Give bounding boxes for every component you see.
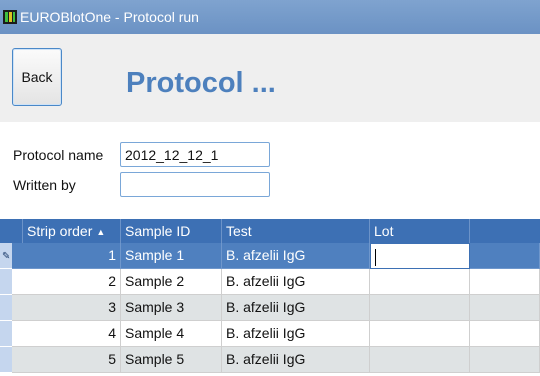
window-title: EUROBlotOne - Protocol run [20,9,199,25]
cell-sample-id[interactable]: Sample 4 [121,321,222,347]
table-row[interactable]: ✎ 1 Sample 1 B. afzelii IgG [0,243,540,269]
protocol-grid: Strip order ▲ Sample ID Test Lot ✎ 1 Samp… [0,219,540,376]
sort-ascending-icon: ▲ [96,227,106,237]
grid-header: Strip order ▲ Sample ID Test Lot [0,219,540,243]
column-header-lot[interactable]: Lot [370,219,470,243]
cell-lot[interactable] [370,269,470,295]
protocol-name-input[interactable] [120,142,270,167]
cell-test[interactable]: B. afzelii IgG [222,243,370,269]
cell-filler [470,321,540,347]
row-header-corner [0,219,23,243]
back-button[interactable]: Back [12,48,62,106]
cell-filler [470,295,540,321]
column-header-label: Sample ID [125,223,191,239]
cell-lot[interactable] [370,347,470,373]
cell-test[interactable]: B. afzelii IgG [222,321,370,347]
cell-strip-order[interactable]: 2 [12,269,121,295]
cell-sample-id[interactable]: Sample 1 [121,243,222,269]
column-header-label: Test [226,223,252,239]
cell-strip-order[interactable]: 1 [12,243,121,269]
protocol-name-label: Protocol name [13,147,104,163]
column-header-test[interactable]: Test [222,219,370,243]
column-header-filler [470,219,540,243]
column-header-sample-id[interactable]: Sample ID [121,219,222,243]
cell-sample-id[interactable]: Sample 5 [121,347,222,373]
table-row[interactable]: 3 Sample 3 B. afzelii IgG [0,295,540,321]
cell-test[interactable]: B. afzelii IgG [222,269,370,295]
written-by-label: Written by [13,177,76,193]
cell-test[interactable]: B. afzelii IgG [222,347,370,373]
cell-lot[interactable] [370,321,470,347]
column-header-label: Strip order [27,223,93,239]
cell-filler [470,347,540,373]
page-header: Back Protocol ... [0,34,540,122]
cell-strip-order[interactable]: 5 [12,347,121,373]
cell-sample-id[interactable]: Sample 2 [121,269,222,295]
table-row[interactable]: 2 Sample 2 B. afzelii IgG [0,269,540,295]
cell-lot[interactable] [370,295,470,321]
table-row[interactable]: 4 Sample 4 B. afzelii IgG [0,321,540,347]
table-row[interactable]: 5 Sample 5 B. afzelii IgG [0,347,540,373]
cell-filler [470,243,540,269]
protocol-form: Protocol name Written by [0,122,540,210]
text-caret [375,248,376,266]
written-by-input[interactable] [120,172,270,197]
page-title: Protocol ... [126,67,276,99]
cell-strip-order[interactable]: 3 [12,295,121,321]
app-icon [3,10,17,24]
cell-filler [470,269,540,295]
column-header-label: Lot [374,223,394,239]
cell-sample-id[interactable]: Sample 3 [121,295,222,321]
column-header-strip-order[interactable]: Strip order ▲ [23,219,121,243]
cell-strip-order[interactable]: 4 [12,321,121,347]
cell-lot-editor[interactable] [370,243,470,269]
edit-pencil-icon: ✎ [2,251,11,262]
title-bar: EUROBlotOne - Protocol run [0,0,540,34]
cell-test[interactable]: B. afzelii IgG [222,295,370,321]
